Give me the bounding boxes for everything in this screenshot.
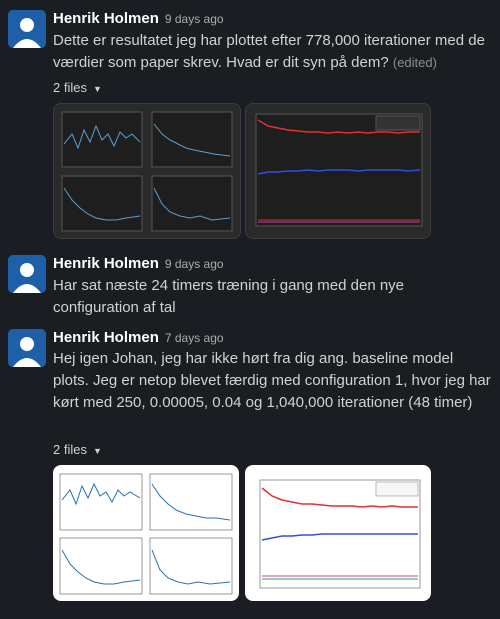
user-avatar-icon — [8, 255, 46, 293]
timestamp[interactable]: 9 days ago — [165, 12, 224, 26]
light-grid-plot-image — [54, 466, 238, 600]
file-thumbnail-3[interactable] — [53, 465, 239, 601]
edited-label: (edited) — [392, 55, 437, 70]
author-name[interactable]: Henrik Holmen — [53, 255, 159, 272]
avatar[interactable] — [8, 329, 46, 367]
files-toggle[interactable]: 2 files ▼ — [53, 442, 102, 457]
panel-tl — [61, 111, 143, 168]
panel-bl — [61, 175, 143, 232]
user-avatar-icon — [8, 10, 46, 48]
panel-tr — [151, 111, 233, 168]
message-header: Henrik Holmen 7 days ago — [53, 329, 224, 347]
user-avatar-icon — [8, 329, 46, 367]
author-name[interactable]: Henrik Holmen — [53, 10, 159, 27]
panel-br — [151, 175, 233, 232]
avatar[interactable] — [8, 255, 46, 293]
dark-grid-plot-image — [54, 104, 240, 238]
file-thumbnail-4[interactable] — [245, 465, 431, 601]
message-3: Henrik Holmen 7 days ago Hej igen Johan, … — [0, 319, 500, 619]
files-label: 2 files — [53, 442, 87, 457]
message-header: Henrik Holmen 9 days ago — [53, 255, 224, 273]
chevron-down-icon: ▼ — [92, 446, 102, 456]
message-body: Hej igen Johan, jeg har ikke hørt fra di… — [53, 350, 491, 411]
dark-line-plot-image — [246, 104, 430, 238]
panel-br — [149, 537, 233, 595]
panel-bl — [59, 537, 143, 595]
panel-tr — [149, 473, 233, 531]
message-body: Har sat næste 24 timers træning i gang m… — [53, 277, 405, 316]
files-label: 2 files — [53, 80, 87, 95]
file-thumbnail-2[interactable] — [245, 103, 431, 239]
message-text: Dette er resultatet jeg har plottet efte… — [53, 30, 493, 74]
message-text: Hej igen Johan, jeg har ikke hørt fra di… — [53, 348, 493, 414]
files-toggle[interactable]: 2 files ▼ — [53, 80, 102, 95]
panel-tl — [59, 473, 143, 531]
author-name[interactable]: Henrik Holmen — [53, 329, 159, 346]
light-line-plot-image — [246, 466, 430, 600]
file-thumbnail-1[interactable] — [53, 103, 241, 239]
message-2: Henrik Holmen 9 days ago Har sat næste 24… — [0, 245, 500, 320]
message-header: Henrik Holmen 9 days ago — [53, 10, 224, 28]
chevron-down-icon: ▼ — [92, 84, 102, 94]
timestamp[interactable]: 7 days ago — [165, 331, 224, 345]
timestamp[interactable]: 9 days ago — [165, 257, 224, 271]
message-text: Har sat næste 24 timers træning i gang m… — [53, 275, 493, 319]
message-1: Henrik Holmen 9 days ago Dette er resulta… — [0, 0, 500, 240]
avatar[interactable] — [8, 10, 46, 48]
